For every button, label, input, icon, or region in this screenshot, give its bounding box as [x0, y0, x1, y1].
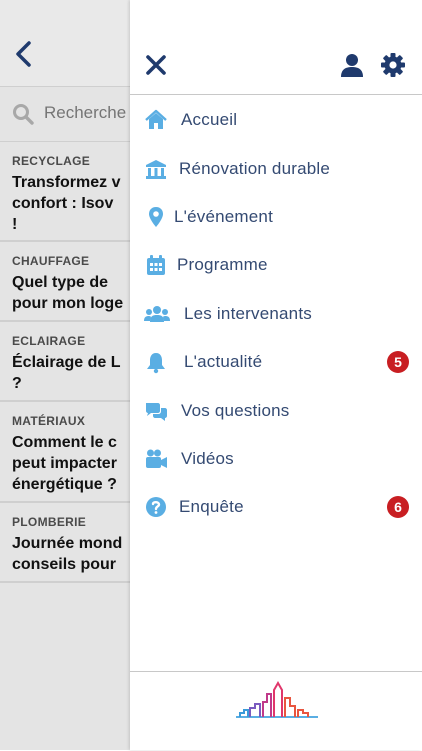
search-icon — [13, 104, 34, 125]
article-item[interactable]: PLOMBERIE Journée mond conseils pour — [0, 503, 130, 583]
gear-icon[interactable] — [380, 52, 406, 78]
article-title-line: énergétique ? — [12, 476, 117, 493]
menu-item-accueil[interactable]: Accueil — [130, 96, 422, 144]
article-title-line: ? — [12, 375, 22, 392]
menu-item-evenement[interactable]: L'événement — [130, 193, 422, 241]
bell-icon — [147, 353, 165, 374]
article-title-line: ! — [12, 216, 18, 233]
drawer-menu: Accueil Rénovation durable L'événement P… — [130, 96, 422, 532]
home-icon — [145, 109, 167, 130]
background-header — [0, 0, 130, 87]
menu-item-renovation-durable[interactable]: Rénovation durable — [130, 144, 422, 192]
article-item[interactable]: ECLAIRAGE Éclairage de L ? — [0, 322, 130, 402]
search-input[interactable] — [44, 103, 134, 123]
back-arrow-icon[interactable] — [12, 40, 34, 68]
drawer-footer — [130, 671, 422, 751]
menu-item-intervenants[interactable]: Les intervenants — [130, 290, 422, 338]
chat-bubbles-icon — [146, 402, 167, 421]
menu-item-programme[interactable]: Programme — [130, 241, 422, 289]
article-title-line: Comment le c — [12, 434, 117, 451]
article-title-line: conseils pour — [12, 556, 117, 573]
building-icon — [146, 159, 166, 179]
people-icon — [144, 305, 170, 322]
search-bar — [0, 87, 134, 142]
menu-item-label: L'actualité — [184, 352, 263, 372]
article-category: RECYCLAGE — [12, 154, 91, 168]
article-title-line: Éclairage de L — [12, 354, 121, 371]
article-item[interactable]: RECYCLAGE Transformez v confort : Isov ! — [0, 142, 130, 242]
city-skyline-logo — [236, 680, 318, 718]
article-item[interactable]: MATÉRIAUX Comment le c peut impacter éne… — [0, 402, 130, 503]
question-circle-icon — [146, 497, 166, 518]
navigation-drawer: Accueil Rénovation durable L'événement P… — [130, 0, 422, 750]
article-list: RECYCLAGE Transformez v confort : Isov !… — [0, 142, 130, 583]
article-title-line: peut impacter — [12, 455, 117, 472]
menu-item-label: Accueil — [181, 110, 238, 130]
article-title-line: Journée mond — [12, 535, 123, 552]
menu-item-label: Les intervenants — [184, 303, 312, 323]
article-category: MATÉRIAUX — [12, 414, 86, 428]
article-title-line: confort : Isov — [12, 195, 114, 212]
menu-item-label: L'événement — [174, 206, 274, 226]
location-pin-icon — [149, 206, 163, 227]
article-category: ECLAIRAGE — [12, 334, 86, 348]
article-title-line: pour mon loge — [12, 295, 124, 312]
menu-item-videos[interactable]: Vidéos — [130, 435, 422, 483]
menu-item-actualite[interactable]: L'actualité 5 — [130, 338, 422, 386]
article-category: CHAUFFAGE — [12, 254, 90, 268]
menu-item-label: Vidéos — [181, 448, 234, 468]
notification-badge: 5 — [387, 351, 409, 374]
menu-item-label: Programme — [177, 255, 268, 275]
article-category: PLOMBERIE — [12, 515, 87, 529]
article-title-line: Transformez v — [12, 174, 121, 191]
user-icon[interactable] — [339, 52, 365, 78]
close-icon[interactable] — [144, 53, 168, 77]
notification-badge: 6 — [387, 496, 409, 519]
article-item[interactable]: CHAUFFAGE Quel type de pour mon loge — [0, 242, 130, 322]
menu-item-label: Rénovation durable — [179, 158, 331, 178]
menu-item-label: Enquête — [179, 497, 244, 517]
video-camera-icon — [146, 449, 167, 468]
menu-item-label: Vos questions — [181, 400, 290, 420]
drawer-header — [130, 0, 422, 95]
calendar-icon — [147, 255, 165, 276]
menu-item-enquete[interactable]: Enquête 6 — [130, 483, 422, 531]
article-title-line: Quel type de — [12, 274, 109, 291]
menu-item-vos-questions[interactable]: Vos questions — [130, 386, 422, 434]
